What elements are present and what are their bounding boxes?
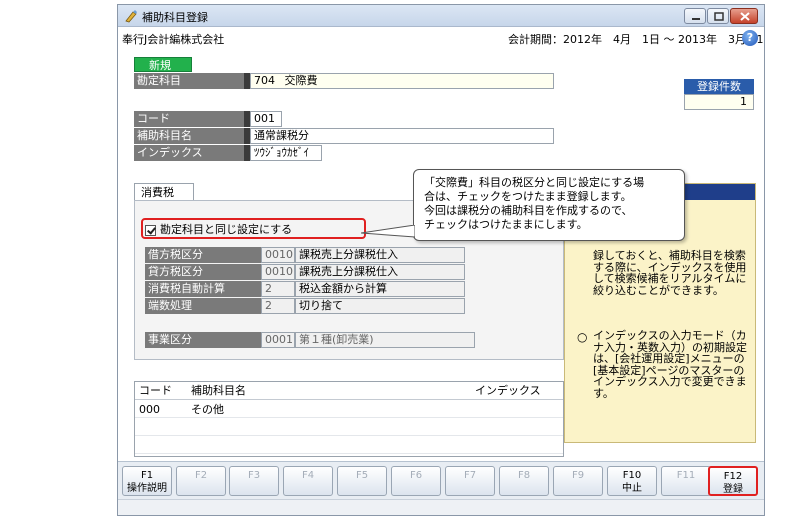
debit-tax-code: 0010 [261, 247, 295, 263]
callout-line: 「交際費」科目の税区分と同じ設定にする場 [424, 176, 645, 189]
f7-key: F7 [463, 470, 477, 481]
window-title: 補助科目登録 [142, 11, 208, 24]
sub-account-registration-window: 補助科目登録 奉行J会計編株式会社 会計期間：2012年 4月 1日 〜 201… [117, 4, 765, 516]
minimize-button[interactable] [684, 8, 706, 24]
callout-line: チェックはつけたままにします。 [424, 218, 588, 231]
tab-consumption-tax[interactable]: 消費税 [134, 183, 194, 201]
f3-key: F3 [247, 470, 261, 481]
f5-button[interactable]: F5 [337, 466, 387, 496]
registration-count-value: 1 [684, 94, 754, 110]
code-label: コード [134, 111, 250, 127]
f1-key: F1 [140, 470, 154, 481]
f4-button[interactable]: F4 [283, 466, 333, 496]
close-icon [740, 12, 750, 21]
sub-account-name-input[interactable]: 通常課税分 [250, 128, 554, 144]
f9-button[interactable]: F9 [553, 466, 603, 496]
account-label: 勘定科目 [134, 73, 250, 89]
business-type-value: 第１種(卸売業) [295, 332, 475, 348]
list-header-name: 補助科目名 [191, 384, 246, 397]
f10-label: 中止 [622, 483, 642, 494]
mode-badge: 新規 [134, 57, 192, 72]
f11-button[interactable]: F11 [661, 466, 711, 496]
maximize-icon [714, 12, 724, 21]
status-bar [118, 499, 764, 515]
company-name: 奉行J会計編株式会社 [122, 33, 225, 46]
info-bar: 奉行J会計編株式会社 会計期間：2012年 4月 1日 〜 2013年 3月 3… [118, 27, 764, 49]
f4-key: F4 [301, 470, 315, 481]
account-field[interactable]: 704 交際費 [250, 73, 554, 89]
app-icon [125, 10, 137, 23]
callout-line: 今回は課税分の補助科目を作成するので、 [424, 204, 633, 217]
help-text-1: 録しておくと、補助科目を検索する際に、インデックスを使用して検索候補をリアルタイ… [593, 249, 747, 297]
auto-calc-code: 2 [261, 281, 295, 297]
list-empty-row [135, 419, 563, 436]
help-text-2: インデックスの入力モード（カナ入力・英数入力）の初期設定は、[会社運用設定]メニ… [593, 329, 747, 400]
f6-button[interactable]: F6 [391, 466, 441, 496]
business-type-code: 0001 [261, 332, 295, 348]
list-empty-row [135, 437, 563, 454]
index-input[interactable]: ﾂｳｼﾞｮｳｶｾﾞｲ [250, 145, 322, 161]
auto-calc-value: 税込金額から計算 [295, 281, 465, 297]
f12-key: F12 [723, 471, 743, 482]
f12-register-button[interactable]: F12 登録 [708, 466, 758, 496]
help-bullet: ○ [577, 330, 588, 344]
same-setting-label: 勘定科目と同じ設定にする [160, 223, 293, 236]
account-name: 交際費 [284, 74, 318, 87]
function-key-bar: F1 操作説明 F2 F3 F4 F5 F6 F7 F8 F9 F10 中止 F11… [118, 461, 764, 499]
registration-count-label: 登録件数 [684, 79, 754, 94]
list-header-index: インデックス [475, 384, 541, 397]
f10-key: F10 [622, 470, 642, 481]
maximize-button[interactable] [707, 8, 729, 24]
debit-tax-value: 課税売上分課税仕入 [295, 247, 465, 263]
f1-label: 操作説明 [127, 483, 167, 494]
sub-account-list: コード 補助科目名 インデックス 000 その他 [134, 381, 564, 457]
index-label: インデックス [134, 145, 250, 161]
account-code: 704 [254, 74, 275, 87]
list-header-code: コード [139, 384, 172, 397]
auto-calc-label: 消費税自動計算 [145, 281, 261, 297]
instruction-callout: 「交際費」科目の税区分と同じ設定にする場 合は、チェックをつけたまま登録します。… [413, 169, 685, 241]
close-button[interactable] [730, 8, 758, 24]
title-bar: 補助科目登録 [118, 5, 764, 27]
sub-account-name-label: 補助科目名 [134, 128, 250, 144]
f12-label: 登録 [723, 484, 743, 495]
same-setting-checkbox-row[interactable]: 勘定科目と同じ設定にする [145, 221, 292, 237]
f10-cancel-button[interactable]: F10 中止 [607, 466, 657, 496]
list-item[interactable]: 000 その他 [135, 401, 563, 418]
rounding-code: 2 [261, 298, 295, 314]
business-type-label: 事業区分 [145, 332, 261, 348]
debit-tax-label: 借方税区分 [145, 247, 261, 263]
rounding-value: 切り捨て [295, 298, 465, 314]
code-input[interactable]: 001 [250, 111, 282, 127]
same-setting-checkbox[interactable] [145, 224, 156, 236]
minimize-icon [692, 18, 700, 20]
f6-key: F6 [409, 470, 423, 481]
f9-key: F9 [571, 470, 585, 481]
callout-pointer [361, 225, 415, 238]
credit-tax-value: 課税売上分課税仕入 [295, 264, 465, 280]
f8-key: F8 [517, 470, 531, 481]
list-header: コード 補助科目名 インデックス [135, 382, 563, 400]
f7-button[interactable]: F7 [445, 466, 495, 496]
credit-tax-label: 貸方税区分 [145, 264, 261, 280]
f5-key: F5 [355, 470, 369, 481]
list-item-name: その他 [191, 403, 224, 416]
help-icon[interactable]: ? [742, 30, 758, 46]
main-content: 新規 勘定科目 704 交際費 登録件数 1 コード 001 補助科目名 通常課… [118, 49, 764, 461]
list-item-code: 000 [139, 403, 160, 416]
f1-button[interactable]: F1 操作説明 [122, 466, 172, 496]
f2-key: F2 [194, 470, 208, 481]
f11-key: F11 [676, 470, 696, 481]
rounding-label: 端数処理 [145, 298, 261, 314]
f2-button[interactable]: F2 [176, 466, 226, 496]
credit-tax-code: 0010 [261, 264, 295, 280]
callout-line: 合は、チェックをつけたまま登録します。 [424, 190, 632, 203]
f3-button[interactable]: F3 [229, 466, 279, 496]
fiscal-period: 会計期間：2012年 4月 1日 〜 2013年 3月 31日 [508, 33, 765, 46]
f8-button[interactable]: F8 [499, 466, 549, 496]
